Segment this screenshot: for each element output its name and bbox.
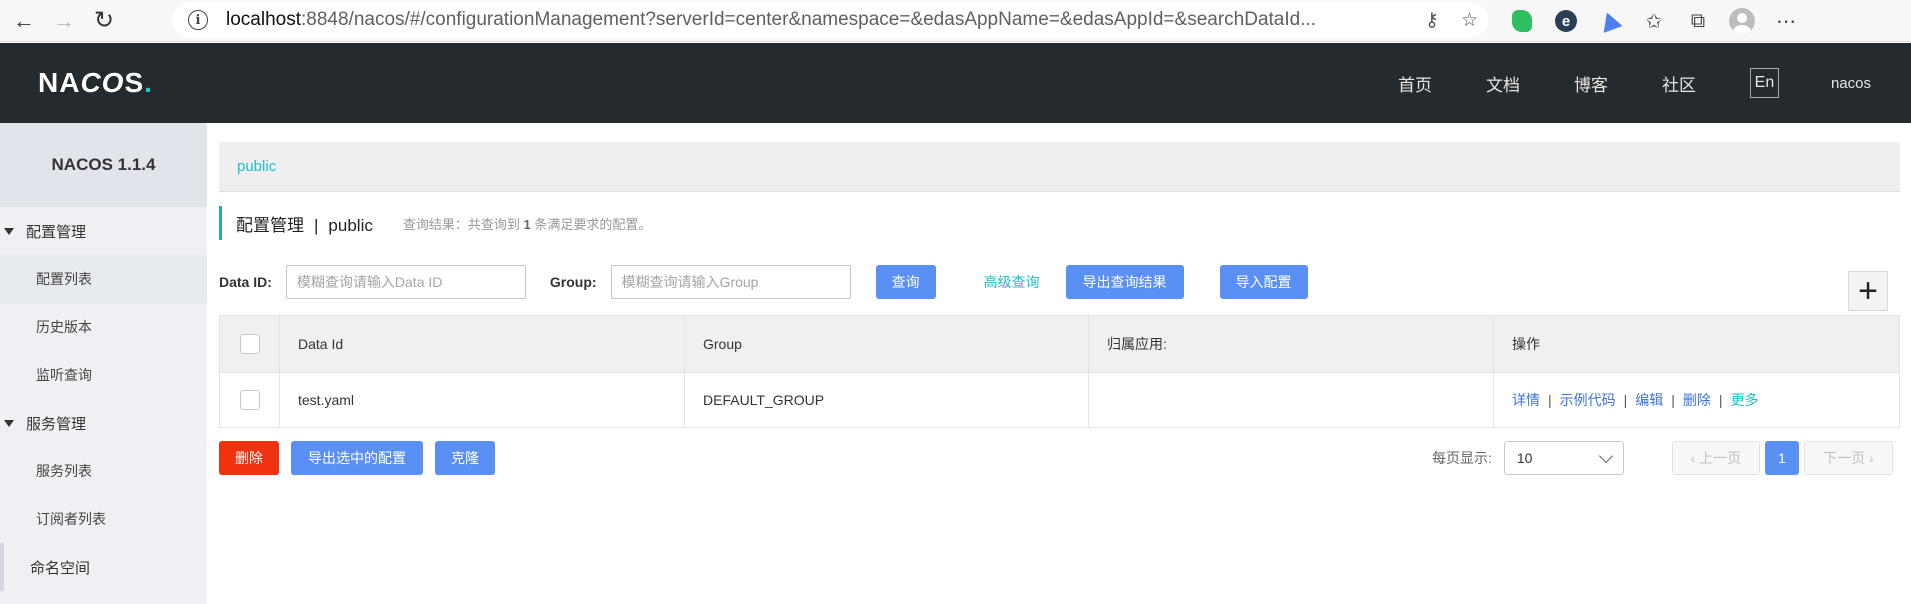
- page-size-select[interactable]: 10: [1503, 441, 1624, 475]
- bird-extension-icon[interactable]: [1588, 0, 1632, 42]
- url-path: :8848/nacos/#/configurationManagement?se…: [301, 9, 1317, 30]
- action-sample-code-link[interactable]: 示例代码: [1560, 392, 1616, 408]
- nav-home[interactable]: 首页: [1398, 71, 1432, 96]
- favorites-icon[interactable]: ✩: [1632, 0, 1676, 42]
- reload-icon[interactable]: ↻: [84, 1, 124, 41]
- collections-icon[interactable]: ⧉: [1676, 0, 1720, 42]
- sidebar-item-subscriber-list[interactable]: 订阅者列表: [0, 495, 207, 543]
- namespace-bar: public: [219, 142, 1900, 192]
- url-host: localhost: [226, 9, 301, 30]
- namespace-link-public[interactable]: public: [237, 158, 276, 175]
- sidebar: NACOS 1.1.4 配置管理 配置列表 历史版本 监听查询 服务管理 服务列…: [0, 123, 207, 604]
- bulk-actions: 删除 导出选中的配置 克隆: [219, 441, 495, 475]
- page-size-value: 10: [1516, 450, 1533, 466]
- browser-toolbar: ← → ↻ i localhost:8848/nacos/#/configura…: [0, 0, 1911, 42]
- advanced-query-link[interactable]: 高级查询: [984, 265, 1040, 299]
- page-size-label: 每页显示:: [1432, 450, 1492, 466]
- cell-app: [1088, 372, 1494, 428]
- prev-page-button[interactable]: ‹ 上一页: [1671, 441, 1760, 475]
- action-more-link[interactable]: 更多: [1731, 392, 1759, 408]
- chevron-left-icon: ‹: [1690, 450, 1700, 466]
- query-button[interactable]: 查询: [875, 265, 936, 299]
- pagination: 每页显示: 10 ‹ 上一页 1 下一页 ›: [1432, 441, 1893, 475]
- url-text[interactable]: localhost:8848/nacos/#/configurationMana…: [226, 9, 1316, 31]
- export-selected-button[interactable]: 导出选中的配置: [291, 441, 423, 475]
- cell-group: DEFAULT_GROUP: [684, 372, 1089, 428]
- config-table: Data Id Group 归属应用: 操作 test.yaml DEFAULT…: [219, 315, 1900, 428]
- nav-blog[interactable]: 博客: [1574, 71, 1608, 96]
- dataid-label: Data ID:: [219, 274, 272, 290]
- search-form: Data ID: Group: 查询 高级查询 导出查询结果 导入配置: [219, 265, 1308, 299]
- table-row: test.yaml DEFAULT_GROUP 详情 | 示例代码 | 编辑 | 删除 | 更多: [219, 372, 1900, 428]
- header-nav: 首页 文档 博客 社区 En nacos: [1344, 43, 1871, 123]
- select-all-checkbox[interactable]: [239, 334, 260, 354]
- page-title: 配置管理 | public: [236, 215, 373, 235]
- clone-button[interactable]: 克隆: [435, 441, 495, 475]
- export-results-button[interactable]: 导出查询结果: [1065, 265, 1184, 299]
- chevron-down-icon: [1598, 448, 1613, 463]
- nacos-logo[interactable]: NACOS.: [38, 67, 153, 99]
- address-bar[interactable]: i localhost:8848/nacos/#/configurationMa…: [172, 2, 1488, 38]
- plus-icon: +: [1858, 272, 1878, 310]
- row-checkbox[interactable]: [239, 390, 260, 410]
- table-header-row: Data Id Group 归属应用: 操作: [219, 315, 1900, 373]
- user-name[interactable]: nacos: [1831, 75, 1871, 92]
- e-extension-icon[interactable]: e: [1544, 0, 1588, 42]
- forward-arrow-icon[interactable]: →: [44, 1, 84, 41]
- cell-dataid: test.yaml: [279, 372, 685, 428]
- column-header-actions: 操作: [1493, 315, 1900, 373]
- import-config-button[interactable]: 导入配置: [1219, 265, 1308, 299]
- app-header: NACOS. 首页 文档 博客 社区 En nacos: [0, 43, 1911, 123]
- cell-actions: 详情 | 示例代码 | 编辑 | 删除 | 更多: [1493, 372, 1900, 428]
- group-search-input[interactable]: [610, 265, 851, 299]
- action-edit-link[interactable]: 编辑: [1635, 392, 1663, 408]
- page-heading: 配置管理 | public 查询结果：共查询到 1 条满足要求的配置。: [219, 206, 651, 240]
- sidebar-item-config-list[interactable]: 配置列表: [0, 255, 207, 303]
- profile-avatar[interactable]: [1720, 0, 1764, 42]
- caret-down-icon: [4, 419, 14, 427]
- sidebar-version-title: NACOS 1.1.4: [0, 123, 207, 207]
- sidebar-item-listener-query[interactable]: 监听查询: [0, 351, 207, 399]
- sidebar-item-service-list[interactable]: 服务列表: [0, 447, 207, 495]
- sidebar-group-label: 配置管理: [26, 223, 87, 241]
- sidebar-item-history[interactable]: 历史版本: [0, 303, 207, 351]
- dataid-search-input[interactable]: [285, 265, 526, 299]
- action-detail-link[interactable]: 详情: [1512, 392, 1540, 408]
- evernote-extension-icon[interactable]: [1500, 0, 1544, 42]
- nav-community[interactable]: 社区: [1662, 71, 1696, 96]
- next-page-button[interactable]: 下一页 ›: [1803, 441, 1893, 475]
- query-result-summary: 查询结果：共查询到 1 条满足要求的配置。: [402, 216, 652, 232]
- add-config-button[interactable]: +: [1848, 271, 1888, 311]
- sidebar-group-label: 服务管理: [26, 415, 87, 433]
- column-header-group: Group: [684, 315, 1089, 373]
- add-favorite-star-icon[interactable]: ☆: [1461, 9, 1478, 32]
- page-number-current[interactable]: 1: [1764, 441, 1799, 475]
- delete-selected-button[interactable]: 删除: [219, 441, 279, 475]
- column-header-dataid: Data Id: [279, 315, 685, 373]
- action-delete-link[interactable]: 删除: [1683, 392, 1711, 408]
- select-all-cell: [219, 315, 280, 373]
- caret-down-icon: [4, 227, 14, 235]
- sidebar-item-namespace[interactable]: 命名空间: [0, 543, 207, 591]
- nav-docs[interactable]: 文档: [1486, 71, 1520, 96]
- column-header-app: 归属应用:: [1088, 315, 1494, 373]
- row-select-cell: [219, 372, 280, 428]
- language-switch-button[interactable]: En: [1749, 68, 1779, 98]
- sidebar-group-config[interactable]: 配置管理: [0, 207, 207, 255]
- back-arrow-icon[interactable]: ←: [4, 1, 44, 41]
- key-icon[interactable]: ⚷: [1425, 9, 1439, 32]
- sidebar-group-service[interactable]: 服务管理: [0, 399, 207, 447]
- site-info-icon[interactable]: i: [188, 10, 208, 30]
- more-menu-icon[interactable]: ⋯: [1764, 0, 1808, 42]
- chevron-right-icon: ›: [1865, 450, 1874, 466]
- group-label: Group:: [549, 274, 597, 290]
